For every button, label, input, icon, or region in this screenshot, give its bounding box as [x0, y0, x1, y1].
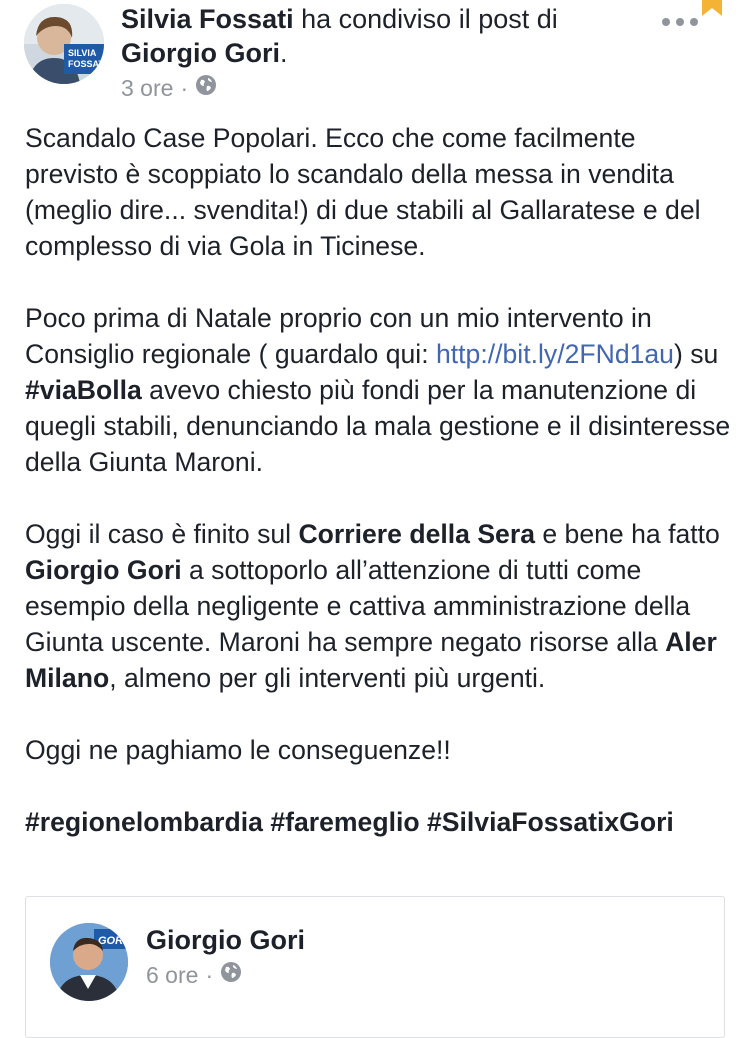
post-timestamp[interactable]: 3 ore — [121, 75, 173, 102]
shared-author-avatar[interactable]: GORI — [50, 923, 128, 1001]
attribution-period: . — [280, 38, 288, 68]
more-options-icon[interactable] — [662, 12, 702, 32]
paragraph-2-text-b: ) su — [673, 339, 719, 369]
meta-separator: · — [180, 74, 189, 101]
shared-avatar-badge: GORI — [98, 935, 127, 947]
share-action-text: ha condiviso il post di — [301, 4, 558, 34]
paragraph-3-text-a: Oggi il caso è finito sul — [25, 519, 299, 549]
mention-giorgio-gori[interactable]: Giorgio Gori — [25, 555, 182, 585]
avatar-badge-line2: FOSSATI — [68, 59, 104, 69]
paragraph-3-text-c: e bene ha fatto — [534, 519, 720, 549]
shared-post-meta: 6 ore · — [146, 961, 242, 989]
post-header: SILVIA FOSSATI Silvia Fossati ha condivi… — [0, 0, 749, 112]
shared-post-card[interactable]: GORI Giorgio Gori 6 ore · — [25, 896, 725, 1038]
post-paragraph-2: Poco prima di Natale proprio con un mio … — [25, 300, 735, 480]
globe-icon — [220, 961, 242, 989]
post-body: Scandalo Case Popolari. Ecco che come fa… — [25, 120, 735, 876]
post-paragraph-1: Scandalo Case Popolari. Ecco che come fa… — [25, 123, 701, 261]
post-paragraph-4: Oggi ne paghiamo le conseguenze!! — [25, 735, 451, 765]
shared-author-name[interactable]: Giorgio Gori — [146, 925, 305, 956]
author-name-link[interactable]: Silvia Fossati — [121, 4, 294, 34]
video-link[interactable]: http://bit.ly/2FNd1au — [436, 339, 674, 369]
post-hashtags[interactable]: #regionelombardia #faremeglio #SilviaFos… — [25, 804, 735, 840]
post-meta: 3 ore · — [121, 74, 217, 102]
post-attribution: Silvia Fossati ha condiviso il post di G… — [121, 2, 661, 70]
original-author-link[interactable]: Giorgio Gori — [121, 38, 280, 68]
author-avatar[interactable]: SILVIA FOSSATI — [24, 4, 104, 84]
shared-meta-separator: · — [205, 961, 214, 988]
avatar-badge-line1: SILVIA — [68, 48, 97, 58]
paragraph-3-text-e: , almeno per gli interventi più urgenti. — [109, 663, 546, 693]
post-paragraph-3: Oggi il caso è finito sul Corriere della… — [25, 516, 735, 696]
bookmark-icon[interactable] — [700, 0, 724, 18]
hashtags-text[interactable]: #regionelombardia #faremeglio #SilviaFos… — [25, 807, 674, 837]
mention-corriere[interactable]: Corriere della Sera — [298, 519, 535, 549]
globe-icon — [195, 74, 217, 102]
hashtag-viabolla[interactable]: #viaBolla — [25, 375, 142, 405]
shared-post-timestamp[interactable]: 6 ore — [146, 962, 198, 989]
